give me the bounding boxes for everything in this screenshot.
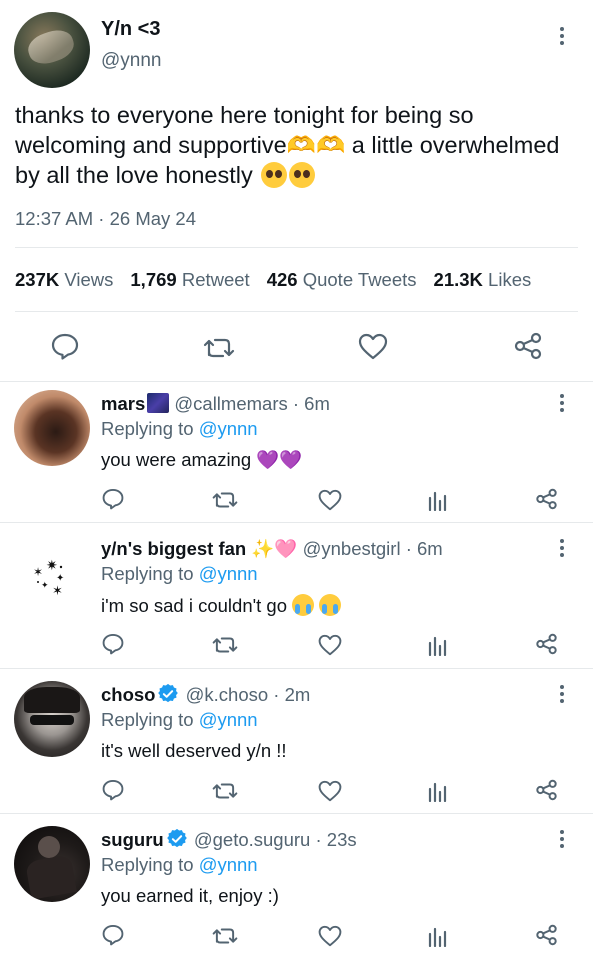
display-name[interactable]: Y/n <3 — [101, 18, 160, 41]
handle-time[interactable]: @callmemars · 6m — [174, 393, 330, 414]
avatar[interactable] — [14, 826, 90, 902]
svg-text:✦: ✦ — [56, 573, 64, 584]
reply-text: i'm so sad i couldn't go — [101, 594, 342, 617]
avatar[interactable] — [14, 12, 90, 88]
heart-icon[interactable] — [318, 780, 342, 802]
views-icon[interactable] — [427, 925, 447, 947]
reply-icon[interactable] — [102, 779, 124, 801]
main-tweet: Y/n <3 @ynnn thanks to everyone here ton… — [0, 0, 593, 382]
retweet-icon[interactable] — [212, 926, 238, 946]
reply-icon[interactable] — [102, 488, 124, 510]
verified-icon — [158, 684, 179, 703]
reply-header: y/n's biggest fan ✨🩷 @ynbestgirl · 6m — [101, 538, 443, 560]
verified-icon — [166, 829, 187, 848]
views-stat[interactable]: 237K Views — [15, 269, 113, 290]
mention-link[interactable]: @ynnn — [199, 563, 258, 584]
reply-text: you were amazing 💜💜 — [101, 449, 303, 471]
tweet-stats: 237K Views 1,769 Retweet 426 Quote Tweets 2… — [15, 269, 531, 291]
svg-text:✶: ✶ — [52, 584, 63, 599]
display-name[interactable]: y/n's biggest fan — [101, 538, 246, 559]
avatar[interactable] — [14, 390, 90, 466]
reply-icon[interactable] — [102, 924, 124, 946]
heart-icon[interactable] — [318, 925, 342, 947]
crying-face-emoji — [292, 594, 315, 616]
timestamp[interactable]: 12:37 AM · 26 May 24 — [15, 208, 196, 230]
reply-header: mars @callmemars · 6m — [101, 393, 330, 415]
mention-link[interactable]: @ynnn — [199, 418, 258, 439]
retweet-icon[interactable] — [212, 781, 238, 801]
quote-stat[interactable]: 426 Quote Tweets — [267, 269, 417, 290]
milky-way-emoji — [147, 393, 170, 413]
share-icon[interactable] — [535, 924, 558, 946]
heart-icon[interactable] — [318, 634, 342, 656]
reply-tweet[interactable]: suguru @geto.suguru · 23s Replying to @y… — [0, 814, 593, 960]
reply-tweet[interactable]: choso @k.choso · 2m Replying to @ynnn it… — [0, 669, 593, 814]
retweet-stat[interactable]: 1,769 Retweet — [130, 269, 249, 290]
share-icon[interactable] — [513, 332, 543, 360]
svg-text:✶: ✶ — [33, 565, 43, 579]
mention-link[interactable]: @ynnn — [199, 709, 258, 730]
more-icon[interactable] — [558, 685, 566, 703]
display-name[interactable]: suguru — [101, 829, 164, 850]
display-name[interactable]: choso — [101, 684, 155, 705]
more-icon[interactable] — [558, 830, 566, 848]
tweet-text: thanks to everyone here tonight for bein… — [15, 100, 575, 190]
svg-text:✷: ✷ — [46, 558, 58, 574]
share-icon[interactable] — [535, 488, 558, 510]
reply-text: it's well deserved y/n !! — [101, 740, 287, 761]
heart-icon[interactable] — [358, 333, 388, 360]
reply-icon[interactable] — [51, 333, 79, 360]
replying-to: Replying to @ynnn — [101, 418, 258, 439]
views-icon[interactable] — [427, 780, 447, 802]
pleading-face-emoji — [261, 162, 288, 188]
views-icon[interactable] — [427, 634, 447, 656]
sparkles-emoji: ✨ — [251, 539, 275, 560]
handle-time[interactable]: @ynbestgirl · 6m — [303, 538, 443, 559]
reply-text: you earned it, enjoy :) — [101, 885, 279, 906]
likes-stat[interactable]: 21.3K Likes — [434, 269, 532, 290]
more-icon[interactable] — [558, 394, 566, 412]
svg-text:✦: ✦ — [41, 581, 49, 591]
pleading-face-emoji — [289, 162, 316, 188]
reply-tweet[interactable]: ✶ ✷ ✦ ✦ ✶ y/n's biggest fan ✨🩷 @ynbestgi… — [0, 523, 593, 669]
retweet-icon[interactable] — [212, 490, 238, 510]
handle-time[interactable]: @k.choso · 2m — [186, 684, 311, 705]
mention-link[interactable]: @ynnn — [199, 854, 258, 875]
heart-hands-emoji: 🫶🫶 — [286, 131, 346, 159]
divider — [15, 311, 578, 312]
handle-time[interactable]: @geto.suguru · 23s — [194, 829, 357, 850]
reply-tweet[interactable]: mars @callmemars · 6m Replying to @ynnn … — [0, 382, 593, 523]
replying-to: Replying to @ynnn — [101, 854, 258, 875]
share-icon[interactable] — [535, 779, 558, 801]
reply-icon[interactable] — [102, 633, 124, 655]
reply-header: choso @k.choso · 2m — [101, 684, 310, 706]
divider — [15, 247, 578, 248]
more-icon[interactable] — [558, 27, 566, 45]
display-name[interactable]: mars — [101, 393, 145, 414]
share-icon[interactable] — [535, 633, 558, 655]
crying-face-emoji — [319, 594, 342, 616]
purple-heart-emoji: 💜💜 — [256, 450, 303, 471]
views-icon[interactable] — [427, 489, 447, 511]
handle[interactable]: @ynnn — [101, 50, 162, 72]
replying-to: Replying to @ynnn — [101, 709, 258, 730]
pink-heart-emoji: 🩷 — [274, 539, 298, 560]
heart-icon[interactable] — [318, 489, 342, 511]
reply-header: suguru @geto.suguru · 23s — [101, 829, 357, 851]
more-icon[interactable] — [558, 539, 566, 557]
replying-to: Replying to @ynnn — [101, 563, 258, 584]
retweet-icon[interactable] — [203, 336, 235, 360]
avatar[interactable] — [14, 681, 90, 757]
retweet-icon[interactable] — [212, 635, 238, 655]
avatar[interactable]: ✶ ✷ ✦ ✦ ✶ — [14, 535, 90, 611]
